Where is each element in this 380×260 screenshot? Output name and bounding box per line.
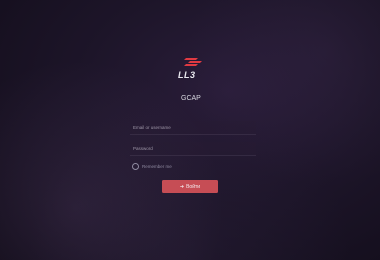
signin-button[interactable]: ➜ Войти <box>162 180 218 193</box>
logo-text: LL3 <box>178 70 196 80</box>
remember-me-checkbox[interactable] <box>132 163 139 170</box>
sign-in-icon: ➜ <box>179 183 185 190</box>
password-input[interactable] <box>130 142 256 156</box>
ll3-logo-icon <box>184 58 202 66</box>
app-title: GCAP <box>181 95 201 102</box>
signin-button-label: Войти <box>186 183 201 190</box>
remember-me-row[interactable]: Remember me <box>132 163 172 170</box>
remember-me-label: Remember me <box>142 164 172 169</box>
username-input[interactable] <box>130 121 256 135</box>
login-panel: LL3 GCAP Remember me ➜ Войти <box>130 50 256 200</box>
